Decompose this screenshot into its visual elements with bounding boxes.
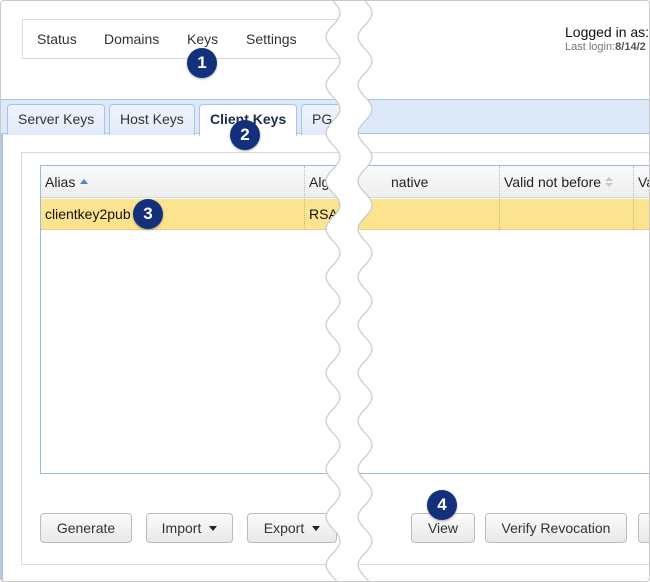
generate-button[interactable]: Generate bbox=[40, 513, 132, 543]
tab-panel-border bbox=[1, 134, 3, 581]
callout-3: 3 bbox=[133, 199, 163, 229]
cell-valid-to bbox=[634, 199, 649, 230]
column-label: Valid not before bbox=[504, 174, 602, 190]
application-window: Status Domains Keys Settings 1 Logged in… bbox=[0, 0, 650, 582]
cell-valid-not-before bbox=[500, 199, 634, 230]
callout-4: 4 bbox=[427, 490, 457, 520]
login-info: Logged in as: Last login:8/14/2 bbox=[565, 24, 649, 53]
nav-keys[interactable]: Keys bbox=[187, 31, 218, 47]
column-label: Alias bbox=[45, 174, 76, 190]
cell-alias: clientkey2pub bbox=[41, 199, 305, 230]
column-header-alternative[interactable]: native bbox=[387, 166, 500, 198]
column-header-alias[interactable]: Alias bbox=[41, 166, 305, 198]
column-label: native bbox=[391, 174, 429, 190]
callout-1: 1 bbox=[187, 48, 217, 78]
sort-ascending-icon bbox=[80, 178, 89, 184]
last-login: Last login:8/14/2 bbox=[565, 41, 649, 53]
tab-host-keys[interactable]: Host Keys bbox=[109, 104, 195, 135]
torn-edge-break bbox=[325, 1, 373, 581]
logged-in-label: Logged in as: bbox=[565, 24, 650, 40]
sort-icon bbox=[605, 177, 614, 188]
column-header-valid-not-before[interactable]: Valid not before bbox=[500, 166, 634, 198]
export-label: Export bbox=[263, 520, 305, 536]
column-header-valid-to[interactable]: Va bbox=[634, 166, 649, 198]
last-login-label: Last login: bbox=[565, 41, 616, 53]
cell-alternative bbox=[387, 199, 500, 230]
nav-domains[interactable]: Domains bbox=[104, 31, 159, 47]
nav-status[interactable]: Status bbox=[37, 31, 77, 47]
chevron-down-icon bbox=[209, 525, 218, 531]
import-button[interactable]: Import bbox=[146, 513, 233, 543]
column-label: Va bbox=[638, 174, 649, 190]
import-label: Import bbox=[161, 520, 202, 536]
last-login-value: 8/14/2 bbox=[615, 41, 646, 53]
tab-server-keys[interactable]: Server Keys bbox=[7, 104, 106, 135]
verify-revocation-button[interactable]: Verify Revocation bbox=[485, 513, 627, 543]
nav-settings[interactable]: Settings bbox=[246, 31, 297, 47]
more-actions-button[interactable] bbox=[638, 513, 649, 543]
callout-2: 2 bbox=[230, 120, 260, 150]
